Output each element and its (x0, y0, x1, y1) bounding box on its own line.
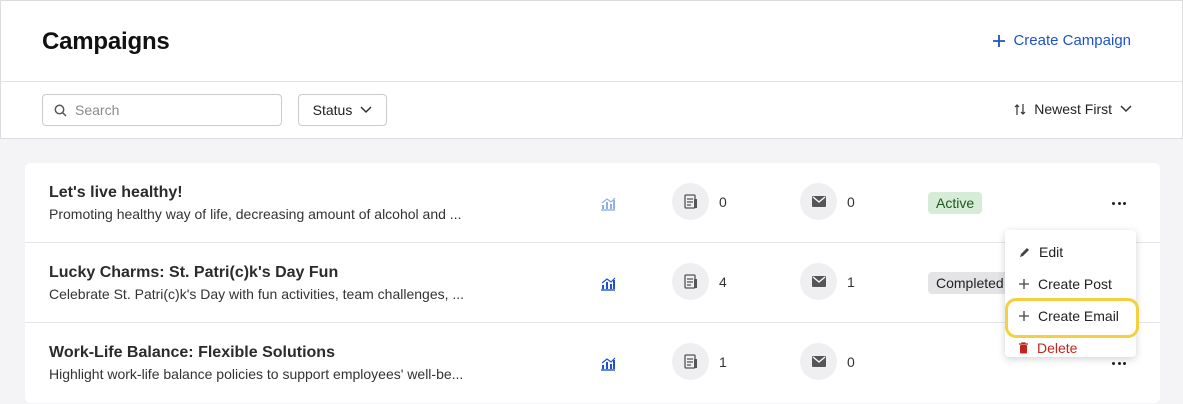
create-campaign-button[interactable]: Create Campaign (992, 32, 1131, 49)
campaign-title[interactable]: Work-Life Balance: Flexible Solutions (49, 344, 335, 362)
posts-count: 1 (672, 343, 727, 380)
page-header: Campaigns Create Campaign (0, 0, 1183, 82)
filter-toolbar: Status Newest First (0, 82, 1183, 139)
menu-item-label: Delete (1037, 340, 1078, 356)
campaign-row[interactable]: Let's live healthy! Promoting healthy wa… (25, 163, 1160, 243)
emails-count: 0 (800, 183, 855, 220)
posts-count-value: 4 (719, 273, 727, 290)
menu-item-delete[interactable]: Delete (1005, 332, 1136, 364)
campaign-title[interactable]: Let's live healthy! (49, 184, 183, 202)
emails-count: 1 (800, 263, 855, 300)
emails-count-value: 0 (847, 353, 855, 370)
status-filter-label: Status (312, 102, 353, 118)
envelope-icon (811, 356, 826, 367)
menu-item-create-email[interactable]: Create Email (1005, 298, 1139, 338)
document-icon (683, 194, 697, 209)
document-icon (683, 274, 697, 289)
document-icon (683, 354, 697, 369)
campaign-row[interactable]: Lucky Charms: St. Patri(c)k's Day Fun Ce… (25, 243, 1160, 323)
envelope-icon (811, 196, 826, 207)
menu-item-label: Edit (1039, 244, 1064, 260)
bar-chart-icon[interactable] (599, 354, 617, 372)
plus-icon (1019, 311, 1029, 321)
plus-icon (1019, 279, 1029, 289)
row-actions-menu: Edit Create Post Create Email Delete (1005, 230, 1139, 357)
emails-count-value: 0 (847, 193, 855, 210)
campaign-list: Let's live healthy! Promoting healthy wa… (25, 163, 1160, 403)
pencil-icon (1020, 247, 1029, 257)
posts-count: 4 (672, 263, 727, 300)
trash-icon (1019, 342, 1028, 354)
campaign-title[interactable]: Lucky Charms: St. Patri(c)k's Day Fun (49, 264, 338, 282)
page-title: Campaigns (42, 28, 170, 55)
menu-item-label: Create Email (1038, 308, 1119, 324)
sort-label: Newest First (1034, 101, 1112, 117)
search-box[interactable] (42, 94, 282, 126)
chevron-down-icon (1120, 105, 1132, 113)
campaign-description: Promoting healthy way of life, decreasin… (49, 206, 462, 222)
plus-icon (993, 34, 1006, 47)
search-icon (54, 104, 67, 117)
menu-item-edit[interactable]: Edit (1005, 236, 1136, 268)
create-campaign-label: Create Campaign (1013, 32, 1131, 49)
status-badge: Completed (928, 272, 1012, 294)
posts-count: 0 (672, 183, 727, 220)
emails-count: 0 (800, 343, 855, 380)
status-badge: Active (928, 192, 983, 214)
sort-dropdown[interactable]: Newest First (1014, 101, 1132, 117)
bar-chart-icon[interactable] (599, 274, 617, 292)
sort-icon (1014, 103, 1026, 115)
menu-item-create-post[interactable]: Create Post (1005, 268, 1136, 300)
bar-chart-icon[interactable] (599, 194, 617, 212)
campaign-description: Highlight work-life balance policies to … (49, 366, 464, 382)
search-input[interactable] (75, 102, 265, 118)
more-horizontal-icon[interactable] (1112, 198, 1126, 208)
emails-count-value: 1 (847, 273, 855, 290)
envelope-icon (811, 276, 826, 287)
posts-count-value: 1 (719, 353, 727, 370)
chevron-down-icon (360, 106, 372, 114)
posts-count-value: 0 (719, 193, 727, 210)
menu-item-label: Create Post (1038, 276, 1112, 292)
campaign-row[interactable]: Work-Life Balance: Flexible Solutions Hi… (25, 323, 1160, 403)
campaign-description: Celebrate St. Patri(c)k's Day with fun a… (49, 286, 465, 302)
status-filter-button[interactable]: Status (298, 94, 387, 126)
